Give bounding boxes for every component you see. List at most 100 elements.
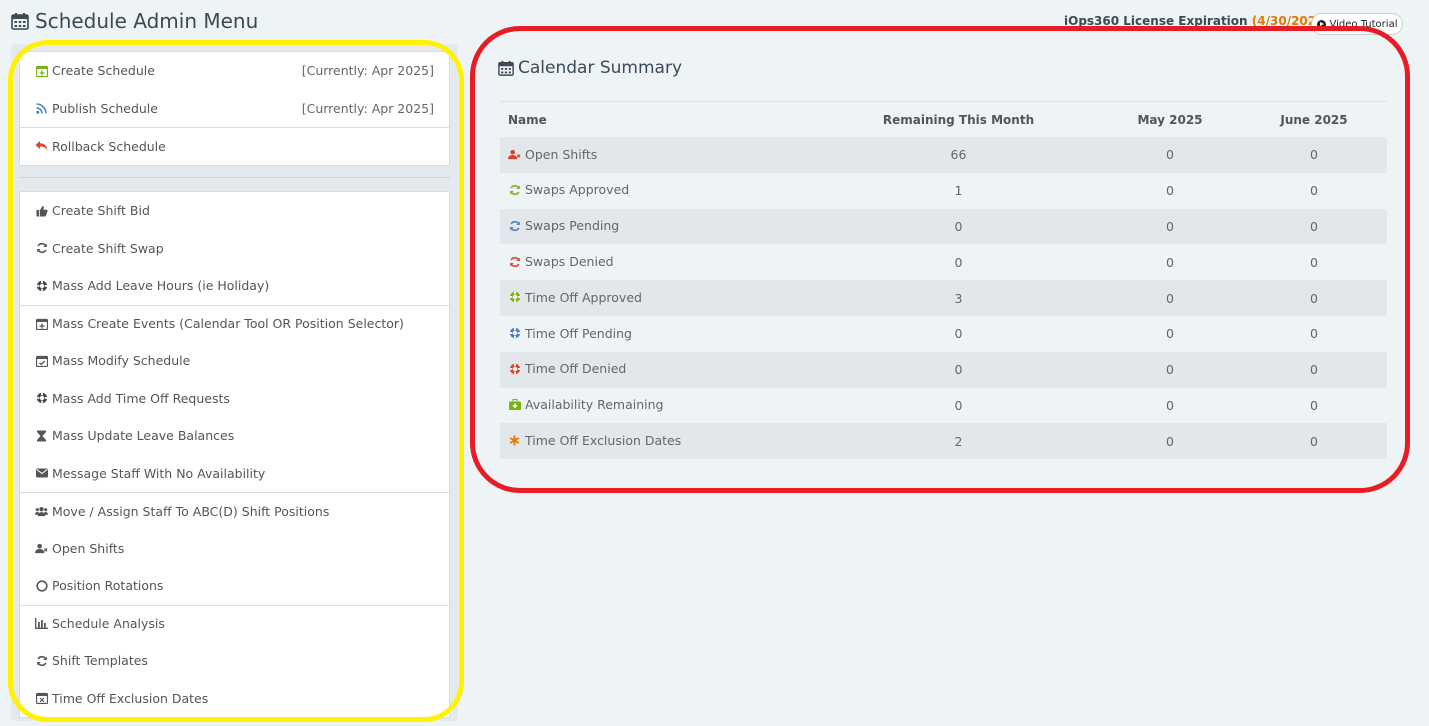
remaining-this-month-cell: 0 — [818, 315, 1099, 352]
admin-menu-panel: Create Schedule [Currently: Apr 2025] Pu… — [11, 44, 458, 721]
may-cell: 0 — [1099, 172, 1241, 209]
license-label: iOps360 License Expiration — [1064, 14, 1248, 28]
row-name-cell: Time Off Denied — [500, 351, 818, 388]
thumbs-up-icon — [35, 204, 48, 217]
medkit-icon — [508, 398, 521, 411]
menu-item-rollback-schedule[interactable]: Rollback Schedule — [20, 127, 449, 165]
refresh-icon — [35, 654, 48, 667]
bar-chart-icon — [35, 617, 48, 630]
remaining-this-month-cell: 3 — [818, 280, 1099, 316]
table-row: Time Off Denied 0 0 0 — [500, 351, 1387, 388]
row-name-label: Time Off Exclusion Dates — [525, 433, 682, 449]
menu-item-create-shift-swap[interactable]: Create Shift Swap — [20, 230, 449, 268]
menu-item-label: Create Shift Bid — [52, 203, 150, 219]
calendar-icon — [498, 60, 514, 76]
row-name-label: Swaps Approved — [525, 182, 630, 198]
june-cell: 0 — [1241, 315, 1387, 352]
may-cell: 0 — [1099, 244, 1241, 281]
menu-item-label: Mass Modify Schedule — [52, 353, 191, 369]
calendar-plus-icon — [35, 317, 48, 330]
reply-icon — [35, 140, 48, 153]
menu-item-label: Create Schedule — [52, 63, 155, 79]
current-month-label: [Currently: Apr 2025] — [301, 63, 434, 79]
video-tutorial-label: Video Tutorial — [1329, 18, 1398, 30]
calendar-times-icon — [35, 692, 48, 705]
menu-item-schedule-analysis[interactable]: Schedule Analysis — [20, 604, 449, 643]
menu-item-position-rotations[interactable]: Position Rotations — [20, 567, 449, 605]
current-month-label: [Currently: Apr 2025] — [301, 100, 434, 116]
may-cell: 0 — [1099, 137, 1241, 173]
may-cell: 0 — [1099, 280, 1241, 316]
menu-item-label: Rollback Schedule — [52, 138, 166, 154]
calendar-check-icon — [35, 354, 48, 367]
menu-item-open-shifts[interactable]: Open Shifts — [20, 530, 449, 568]
circle-o-icon — [35, 579, 48, 592]
table-row: Swaps Approved 1 0 0 — [500, 172, 1387, 209]
table-row: Swaps Pending 0 0 0 — [500, 208, 1387, 245]
menu-item-label: Time Off Exclusion Dates — [52, 690, 209, 706]
life-ring-icon — [508, 362, 521, 375]
calendar-plus-icon — [35, 64, 48, 77]
play-icon — [1316, 19, 1326, 29]
menu-item-mass-create-events[interactable]: Mass Create Events (Calendar Tool OR Pos… — [20, 304, 449, 343]
menu-item-label: Mass Update Leave Balances — [52, 428, 235, 444]
june-cell: 0 — [1241, 244, 1387, 281]
menu-item-message-staff-no-availability[interactable]: Message Staff With No Availability — [20, 455, 449, 493]
users-icon — [35, 505, 48, 518]
user-times-icon — [35, 542, 48, 555]
menu-item-shift-templates[interactable]: Shift Templates — [20, 642, 449, 680]
row-name-cell: Availability Remaining — [500, 387, 818, 424]
envelope-icon — [35, 467, 48, 480]
life-ring-icon — [508, 291, 521, 304]
menu-divider — [19, 177, 450, 178]
menu-item-time-off-exclusion-dates[interactable]: Time Off Exclusion Dates — [20, 680, 449, 718]
license-expiration: iOps360 License Expiration (4/30/2025) — [1064, 14, 1330, 28]
row-name-label: Time Off Approved — [525, 289, 642, 305]
refresh-icon — [35, 242, 48, 255]
june-cell: 0 — [1241, 351, 1387, 388]
menu-item-label: Mass Add Leave Hours (ie Holiday) — [52, 278, 270, 294]
june-cell: 0 — [1241, 280, 1387, 316]
life-ring-icon — [35, 392, 48, 405]
life-ring-icon — [35, 279, 48, 292]
asterisk-icon — [508, 434, 521, 447]
row-name-cell: Time Off Approved — [500, 280, 818, 316]
menu-item-mass-add-time-off[interactable]: Mass Add Time Off Requests — [20, 380, 449, 418]
row-name-cell: Swaps Pending — [500, 208, 818, 245]
menu-item-label: Mass Add Time Off Requests — [52, 390, 230, 406]
row-name-cell: Swaps Approved — [500, 172, 818, 209]
menu-item-label: Create Shift Swap — [52, 240, 164, 256]
menu-item-mass-modify-schedule[interactable]: Mass Modify Schedule — [20, 342, 449, 380]
user-times-icon — [508, 148, 521, 161]
row-name-label: Swaps Denied — [525, 254, 614, 270]
page-title-text: Schedule Admin Menu — [35, 9, 259, 33]
table-row: Open Shifts 66 0 0 — [500, 137, 1387, 173]
remaining-this-month-cell: 1 — [818, 172, 1099, 209]
menu-item-create-shift-bid[interactable]: Create Shift Bid — [20, 192, 449, 230]
menu-item-label: Shift Templates — [52, 653, 148, 669]
page-title: Schedule Admin Menu — [11, 9, 258, 33]
column-header-june: June 2025 — [1280, 112, 1348, 127]
menu-item-mass-add-leave-hours[interactable]: Mass Add Leave Hours (ie Holiday) — [20, 267, 449, 305]
menu-item-publish-schedule[interactable]: Publish Schedule [Currently: Apr 2025] — [20, 90, 449, 128]
row-name-label: Swaps Pending — [525, 218, 620, 234]
rss-icon — [35, 102, 48, 115]
remaining-this-month-cell: 0 — [818, 351, 1099, 388]
june-cell: 0 — [1241, 387, 1387, 424]
menu-item-mass-update-leave-balances[interactable]: Mass Update Leave Balances — [20, 417, 449, 455]
row-name-label: Open Shifts — [525, 146, 598, 162]
menu-item-move-assign-staff[interactable]: Move / Assign Staff To ABC(D) Shift Posi… — [20, 492, 449, 530]
menu-item-create-schedule[interactable]: Create Schedule [Currently: Apr 2025] — [20, 52, 449, 90]
menu-item-label: Move / Assign Staff To ABC(D) Shift Posi… — [52, 503, 330, 519]
video-tutorial-button[interactable]: Video Tutorial — [1311, 13, 1403, 35]
remaining-this-month-cell: 2 — [818, 423, 1099, 460]
column-header-may: May 2025 — [1137, 112, 1203, 127]
column-header-remaining: Remaining This Month — [882, 112, 1035, 127]
row-name-label: Time Off Denied — [525, 361, 627, 377]
may-cell: 0 — [1099, 315, 1241, 352]
schedule-tools-group: Create Shift Bid Create Shift Swap Mass … — [19, 191, 450, 718]
remaining-this-month-cell: 0 — [818, 387, 1099, 424]
schedule-actions-group: Create Schedule [Currently: Apr 2025] Pu… — [19, 51, 450, 166]
table-header-row: Name Remaining This Month May 2025 June … — [500, 102, 1387, 137]
may-cell: 0 — [1099, 387, 1241, 424]
